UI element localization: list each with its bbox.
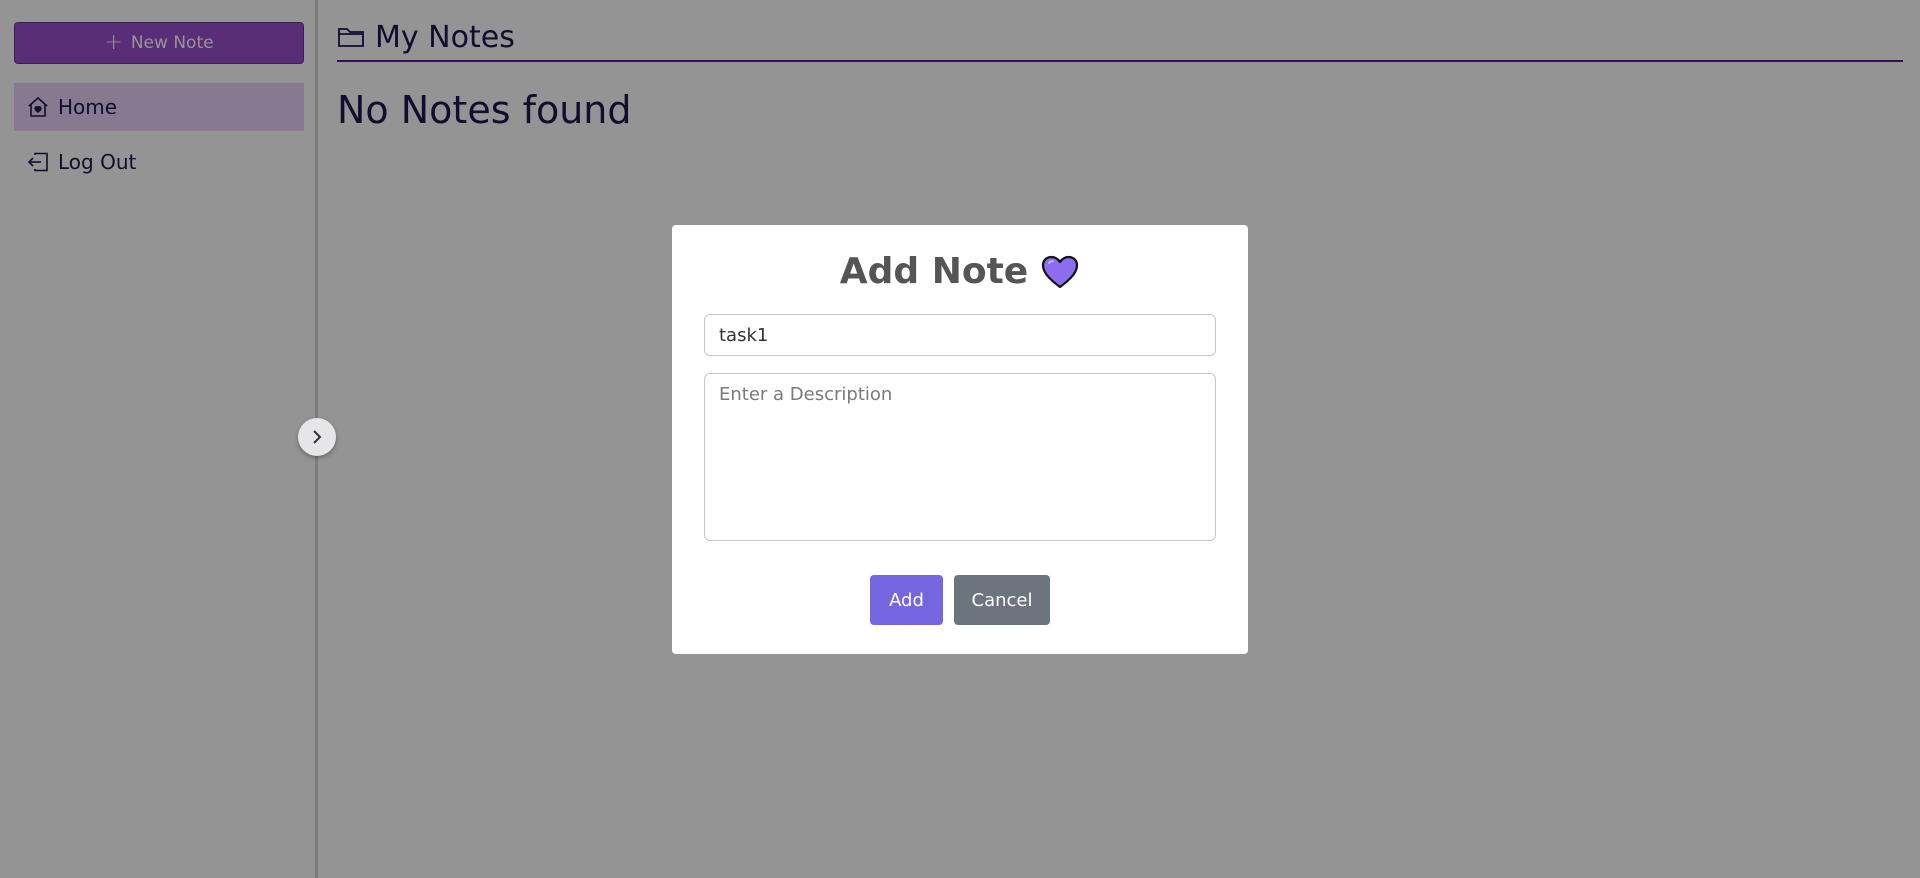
modal-title-text: Add Note — [839, 251, 1029, 292]
add-note-modal: Add Note Add Cancel — [672, 225, 1248, 654]
chevron-right-icon — [310, 429, 324, 445]
add-button[interactable]: Add — [870, 575, 943, 625]
heart-icon — [1040, 254, 1080, 290]
note-title-input[interactable] — [704, 314, 1216, 356]
modal-title: Add Note — [672, 251, 1248, 292]
note-description-textarea[interactable] — [704, 373, 1216, 541]
sidebar-toggle-button[interactable] — [298, 418, 336, 456]
cancel-button[interactable]: Cancel — [954, 575, 1050, 625]
